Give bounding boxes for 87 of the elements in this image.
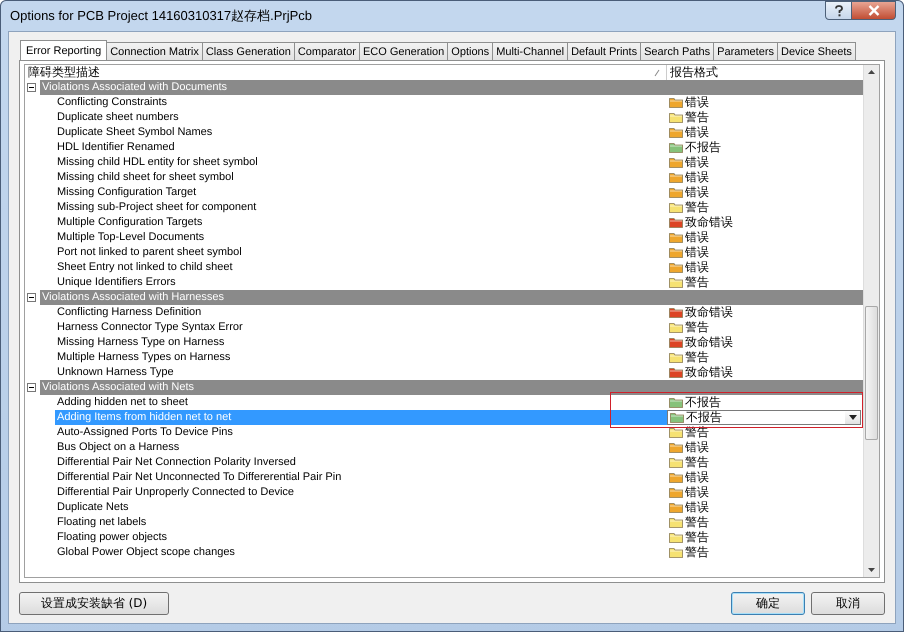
collapse-icon[interactable] bbox=[27, 83, 36, 92]
report-level[interactable]: 警告 bbox=[685, 321, 709, 334]
report-level[interactable]: 错误 bbox=[685, 171, 709, 184]
tab[interactable]: Search Paths bbox=[640, 42, 714, 60]
tab[interactable]: Connection Matrix bbox=[106, 42, 203, 60]
violation-name[interactable]: HDL Identifier Renamed bbox=[55, 140, 667, 155]
violation-name[interactable]: Differential Pair Unproperly Connected to Device bbox=[55, 485, 667, 500]
violation-name[interactable]: Adding hidden net to sheet bbox=[55, 395, 667, 410]
violation-name[interactable]: Duplicate Sheet Symbol Names bbox=[55, 125, 667, 140]
violation-name[interactable]: Conflicting Harness Definition bbox=[55, 305, 667, 320]
report-level[interactable]: 警告 bbox=[685, 351, 709, 364]
violation-name[interactable]: Multiple Top-Level Documents bbox=[55, 230, 667, 245]
tab[interactable]: Comparator bbox=[294, 42, 360, 60]
report-level[interactable]: 错误 bbox=[685, 231, 709, 244]
caret-icon bbox=[848, 415, 856, 420]
close-icon bbox=[868, 5, 880, 16]
ok-button[interactable]: 确定 bbox=[731, 592, 805, 614]
help-button[interactable] bbox=[825, 1, 852, 20]
report-level[interactable]: 警告 bbox=[685, 201, 709, 214]
report-level[interactable]: 错误 bbox=[685, 96, 709, 109]
report-level[interactable]: 警告 bbox=[685, 546, 709, 559]
window-title: Options for PCB Project 14160310317赵存档.PrjPcb bbox=[9, 7, 312, 25]
violation-name[interactable]: Conflicting Constraints bbox=[55, 95, 667, 110]
violation-name[interactable]: Missing child HDL entity for sheet symbol bbox=[55, 155, 667, 170]
report-level[interactable]: 错误 bbox=[685, 156, 709, 169]
violation-name[interactable]: Missing Configuration Target bbox=[55, 185, 667, 200]
report-level[interactable]: 警告 bbox=[685, 456, 709, 469]
tab[interactable]: Multi-Channel bbox=[492, 42, 568, 60]
report-level[interactable]: 错误 bbox=[685, 486, 709, 499]
close-button[interactable] bbox=[852, 1, 896, 20]
report-level[interactable]: 错误 bbox=[685, 126, 709, 139]
report-level[interactable]: 警告 bbox=[685, 111, 709, 124]
report-level[interactable]: 致命错误 bbox=[685, 336, 733, 349]
violation-name[interactable]: Multiple Harness Types on Harness bbox=[55, 350, 667, 365]
defaults-button[interactable]: 设置成安装缺省 (D) bbox=[19, 592, 169, 614]
help-icon bbox=[834, 4, 844, 16]
violation-name[interactable]: Multiple Configuration Targets bbox=[55, 215, 667, 230]
scroll-thumb[interactable] bbox=[865, 306, 878, 440]
violation-name[interactable]: Auto-Assigned Ports To Device Pins bbox=[55, 425, 667, 440]
report-level[interactable]: 警告 bbox=[685, 531, 709, 544]
report-level[interactable]: 错误 bbox=[685, 186, 709, 199]
sort-icon[interactable] bbox=[654, 68, 660, 76]
violation-name[interactable]: Harness Connector Type Syntax Error bbox=[55, 320, 667, 335]
cancel-button[interactable]: 取消 bbox=[811, 592, 885, 614]
report-level[interactable]: 错误 bbox=[685, 261, 709, 274]
report-level[interactable]: 警告 bbox=[685, 516, 709, 529]
violation-name[interactable]: Duplicate Nets bbox=[55, 500, 667, 515]
violation-name[interactable]: Global Power Object scope changes bbox=[55, 545, 667, 560]
report-level[interactable]: 不报告 bbox=[685, 141, 721, 154]
report-level[interactable]: 错误 bbox=[685, 501, 709, 514]
column-header[interactable]: 报告格式 bbox=[670, 65, 718, 81]
violation-name[interactable]: Floating net labels bbox=[55, 515, 667, 530]
report-level[interactable]: 错误 bbox=[685, 471, 709, 484]
tab[interactable]: ECO Generation bbox=[358, 42, 448, 60]
violation-name[interactable]: Missing child sheet for sheet symbol bbox=[55, 170, 667, 185]
tab[interactable]: Default Prints bbox=[567, 42, 642, 60]
column-header[interactable]: 障碍类型描述 bbox=[28, 65, 100, 81]
tab[interactable]: Options bbox=[447, 42, 494, 60]
collapse-icon[interactable] bbox=[27, 293, 36, 302]
report-level[interactable]: 致命错误 bbox=[685, 216, 733, 229]
violation-name[interactable]: Floating power objects bbox=[55, 530, 667, 545]
scrollbar[interactable] bbox=[863, 65, 879, 577]
violation-name[interactable]: Port not linked to parent sheet symbol bbox=[55, 245, 667, 260]
report-level[interactable]: 错误 bbox=[685, 441, 709, 454]
scroll-up-icon[interactable] bbox=[868, 70, 875, 74]
report-level[interactable]: 警告 bbox=[685, 276, 709, 289]
violation-name[interactable]: Duplicate sheet numbers bbox=[55, 110, 667, 125]
scroll-down-icon[interactable] bbox=[868, 568, 875, 572]
violation-name[interactable]: Bus Object on a Harness bbox=[55, 440, 667, 455]
collapse-icon[interactable] bbox=[27, 383, 36, 392]
violation-name[interactable]: Sheet Entry not linked to child sheet bbox=[55, 260, 667, 275]
tab[interactable]: Error Reporting bbox=[20, 40, 108, 60]
violation-name[interactable]: Unique Identifiers Errors bbox=[55, 275, 667, 290]
report-level[interactable]: 致命错误 bbox=[685, 306, 733, 319]
violation-name[interactable]: Unknown Harness Type bbox=[55, 365, 667, 380]
report-dropdown[interactable]: 不报告 bbox=[667, 410, 861, 425]
violation-name[interactable]: Missing Harness Type on Harness bbox=[55, 335, 667, 350]
violation-name[interactable]: Differential Pair Net Connection Polarity Inversed bbox=[55, 455, 667, 470]
report-level[interactable]: 错误 bbox=[685, 246, 709, 259]
tab[interactable]: Parameters bbox=[713, 42, 778, 60]
tab[interactable]: Class Generation bbox=[202, 42, 295, 60]
violation-name[interactable]: Differential Pair Net Unconnected To Differerential Pair Pin bbox=[55, 470, 667, 485]
violation-name[interactable]: Missing sub-Project sheet for component bbox=[55, 200, 667, 215]
report-level[interactable]: 不报告 bbox=[685, 396, 721, 409]
report-level[interactable]: 致命错误 bbox=[685, 366, 733, 379]
dropdown-button[interactable] bbox=[845, 411, 860, 424]
tab[interactable]: Device Sheets bbox=[777, 42, 856, 60]
